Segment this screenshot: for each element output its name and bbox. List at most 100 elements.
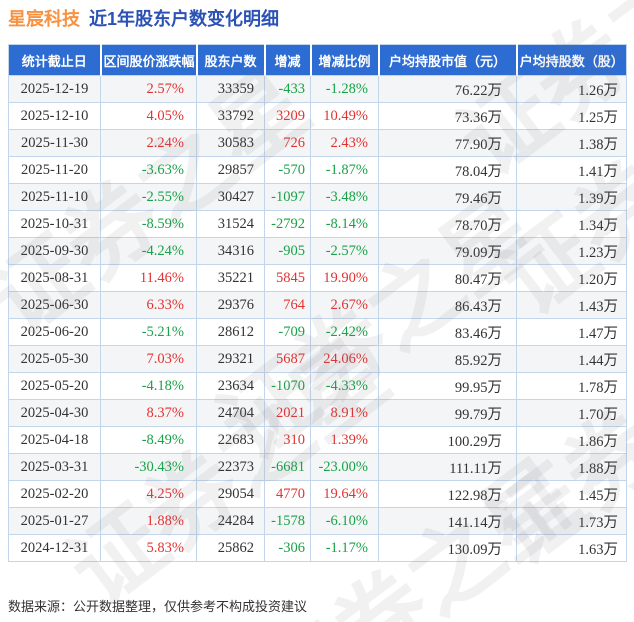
cell-change: 2021 <box>264 399 311 427</box>
cell-date: 2025-06-30 <box>8 291 101 319</box>
table-row: 2025-05-30 7.03% 29321 5687 24.06% 85.92万 1.44… <box>8 345 627 373</box>
cell-price-change: 2.24% <box>100 129 197 157</box>
cell-avg-shares: 1.43万 <box>516 291 627 319</box>
cell-avg-shares: 1.45万 <box>516 480 627 508</box>
col-header-change: 增减 <box>264 44 312 76</box>
cell-avg-market-value: 78.70万 <box>378 210 517 238</box>
col-header-holder-count: 股东户数 <box>196 44 266 76</box>
table-row: 2025-08-31 11.46% 35221 5845 19.90% 80.47万 1.2… <box>8 264 627 292</box>
cell-holder-count: 25862 <box>196 534 265 562</box>
table-row: 2025-11-10 -2.55% 30427 -1097 -3.48% 79.46万 1.… <box>8 183 627 211</box>
cell-avg-market-value: 79.46万 <box>378 183 517 211</box>
cell-holder-count: 33359 <box>196 75 265 103</box>
cell-holder-count: 29321 <box>196 345 265 373</box>
table-row: 2025-03-31 -30.43% 22373 -6681 -23.00% 111.11… <box>8 453 627 481</box>
cell-date: 2025-10-31 <box>8 210 101 238</box>
cell-avg-market-value: 130.09万 <box>378 534 517 562</box>
cell-date: 2025-01-27 <box>8 507 101 535</box>
cell-date: 2025-11-10 <box>8 183 101 211</box>
table-row: 2025-04-18 -8.49% 22683 310 1.39% 100.29万 1.86… <box>8 426 627 454</box>
table-row: 2025-11-30 2.24% 30583 726 2.43% 77.90万 1.38万 <box>8 129 627 157</box>
cell-change-ratio: 2.67% <box>310 291 379 319</box>
cell-change: -6681 <box>264 453 311 481</box>
cell-holder-count: 34316 <box>196 237 265 265</box>
cell-price-change: 5.83% <box>100 534 197 562</box>
cell-avg-shares: 1.25万 <box>516 102 627 130</box>
col-header-change-ratio: 增减比例 <box>310 44 380 76</box>
cell-price-change: -3.63% <box>100 156 197 184</box>
cell-date: 2025-12-10 <box>8 102 101 130</box>
cell-avg-market-value: 79.09万 <box>378 237 517 265</box>
table-header-row: 统计截止日 区间股价涨跌幅 股东户数 增减 增减比例 户均持股市值（元） 户均持… <box>8 44 627 76</box>
cell-holder-count: 30583 <box>196 129 265 157</box>
cell-change: -905 <box>264 237 311 265</box>
cell-avg-shares: 1.63万 <box>516 534 627 562</box>
cell-change: 5687 <box>264 345 311 373</box>
cell-price-change: 6.33% <box>100 291 197 319</box>
shareholder-table: 统计截止日 区间股价涨跌幅 股东户数 增减 增减比例 户均持股市值（元） 户均持… <box>8 44 627 562</box>
table-row: 2025-09-30 -4.24% 34316 -905 -2.57% 79.09万 1.2… <box>8 237 627 265</box>
table-row: 2024-12-31 5.83% 25862 -306 -1.17% 130.09万 1.6… <box>8 534 627 562</box>
cell-holder-count: 24284 <box>196 507 265 535</box>
cell-date: 2025-03-31 <box>8 453 101 481</box>
cell-price-change: 1.88% <box>100 507 197 535</box>
cell-holder-count: 28612 <box>196 318 265 346</box>
cell-holder-count: 29857 <box>196 156 265 184</box>
cell-date: 2025-04-18 <box>8 426 101 454</box>
col-header-price-change: 区间股价涨跌幅 <box>100 44 198 76</box>
table-row: 2025-06-30 6.33% 29376 764 2.67% 86.43万 1.43万 <box>8 291 627 319</box>
cell-avg-shares: 1.70万 <box>516 399 627 427</box>
cell-change-ratio: 10.49% <box>310 102 379 130</box>
cell-date: 2024-12-31 <box>8 534 101 562</box>
cell-date: 2025-06-20 <box>8 318 101 346</box>
cell-avg-shares: 1.39万 <box>516 183 627 211</box>
cell-change-ratio: -2.42% <box>310 318 379 346</box>
cell-change: 4770 <box>264 480 311 508</box>
cell-change-ratio: 1.39% <box>310 426 379 454</box>
table-row: 2025-02-20 4.25% 29054 4770 19.64% 122.98万 1.4… <box>8 480 627 508</box>
cell-holder-count: 30427 <box>196 183 265 211</box>
table-row: 2025-11-20 -3.63% 29857 -570 -1.87% 78.04万 1.4… <box>8 156 627 184</box>
cell-change: 310 <box>264 426 311 454</box>
cell-avg-market-value: 77.90万 <box>378 129 517 157</box>
cell-holder-count: 33792 <box>196 102 265 130</box>
table-body: 2025-12-19 2.57% 33359 -433 -1.28% 76.22万 1.26… <box>8 75 627 562</box>
cell-avg-market-value: 80.47万 <box>378 264 517 292</box>
table-row: 2025-04-30 8.37% 24704 2021 8.91% 99.79万 1.70万 <box>8 399 627 427</box>
cell-change-ratio: 2.43% <box>310 129 379 157</box>
cell-date: 2025-05-20 <box>8 372 101 400</box>
cell-avg-shares: 1.34万 <box>516 210 627 238</box>
cell-price-change: 8.37% <box>100 399 197 427</box>
cell-avg-shares: 1.26万 <box>516 75 627 103</box>
cell-change-ratio: 19.90% <box>310 264 379 292</box>
page: { "title": { "company": "星宸科技", "subtitl… <box>0 0 634 622</box>
cell-change: -1097 <box>264 183 311 211</box>
cell-avg-shares: 1.88万 <box>516 453 627 481</box>
cell-avg-shares: 1.20万 <box>516 264 627 292</box>
cell-change-ratio: -2.57% <box>310 237 379 265</box>
cell-holder-count: 35221 <box>196 264 265 292</box>
cell-holder-count: 22683 <box>196 426 265 454</box>
col-header-avg-shares: 户均持股数（股） <box>516 44 627 76</box>
company-name: 星宸科技 <box>8 9 80 29</box>
cell-price-change: -30.43% <box>100 453 197 481</box>
cell-change: -2792 <box>264 210 311 238</box>
cell-change: 764 <box>264 291 311 319</box>
cell-avg-market-value: 99.95万 <box>378 372 517 400</box>
cell-avg-shares: 1.38万 <box>516 129 627 157</box>
cell-avg-shares: 1.73万 <box>516 507 627 535</box>
cell-price-change: -5.21% <box>100 318 197 346</box>
cell-change-ratio: -4.33% <box>310 372 379 400</box>
cell-avg-market-value: 100.29万 <box>378 426 517 454</box>
cell-price-change: 7.03% <box>100 345 197 373</box>
cell-avg-shares: 1.41万 <box>516 156 627 184</box>
cell-avg-market-value: 85.92万 <box>378 345 517 373</box>
cell-change: -433 <box>264 75 311 103</box>
cell-price-change: -8.49% <box>100 426 197 454</box>
cell-change-ratio: -23.00% <box>310 453 379 481</box>
cell-price-change: -8.59% <box>100 210 197 238</box>
cell-price-change: -4.24% <box>100 237 197 265</box>
cell-price-change: 11.46% <box>100 264 197 292</box>
cell-avg-market-value: 83.46万 <box>378 318 517 346</box>
cell-change: 726 <box>264 129 311 157</box>
